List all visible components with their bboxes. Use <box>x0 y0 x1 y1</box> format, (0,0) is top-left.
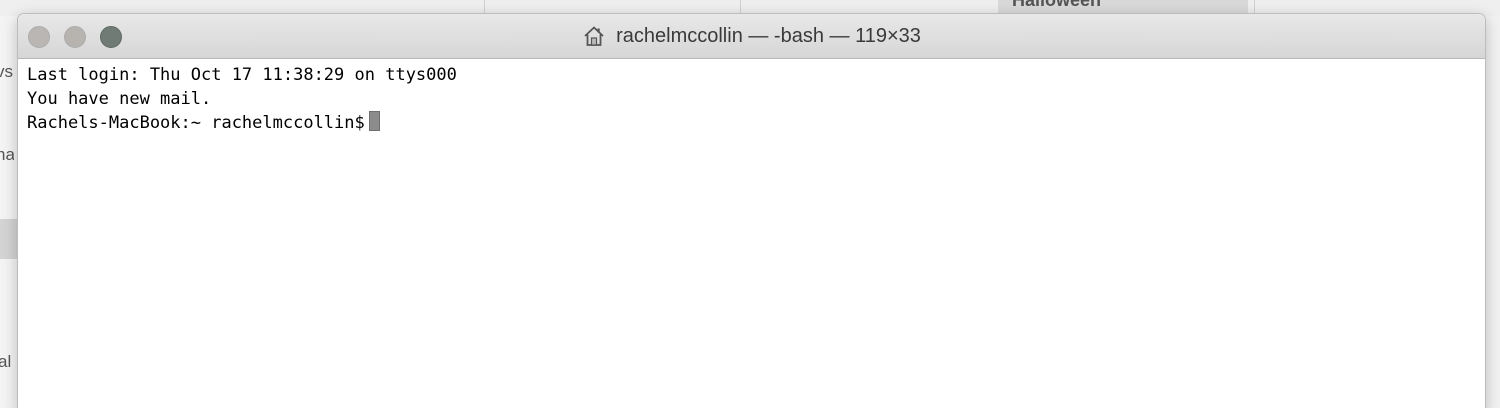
background-text-fragment: vs <box>0 62 13 81</box>
terminal-window[interactable]: rachelmccollin — -bash — 119×33 Last log… <box>18 14 1485 408</box>
text-cursor <box>368 111 380 131</box>
title-bar[interactable]: rachelmccollin — -bash — 119×33 <box>18 14 1485 59</box>
background-tab-label: Halloween <box>1012 0 1102 10</box>
background-text-fragment: na <box>0 145 14 164</box>
home-icon <box>582 24 606 48</box>
background-text-fragment: al <box>0 352 12 371</box>
terminal-prompt-line[interactable]: Rachels-MacBook:~ rachelmccollin$ <box>27 111 1485 135</box>
background-tab-halloween[interactable]: Halloween <box>998 0 1248 14</box>
terminal-line-last-login: Last login: Thu Oct 17 11:38:29 on ttys0… <box>27 65 457 85</box>
background-sidebar-selection <box>0 219 18 259</box>
window-title: rachelmccollin — -bash — 119×33 <box>18 14 1485 58</box>
terminal-line-new-mail: You have new mail. <box>27 89 212 109</box>
background-right-panel <box>1485 16 1500 408</box>
desktop: Halloween vs na al rachelmccollin — -bas… <box>0 0 1500 408</box>
shell-prompt: Rachels-MacBook:~ rachelmccollin$ <box>27 113 365 133</box>
window-title-text: rachelmccollin — -bash — 119×33 <box>616 24 921 47</box>
terminal-output[interactable]: Last login: Thu Oct 17 11:38:29 on ttys0… <box>18 59 1485 135</box>
